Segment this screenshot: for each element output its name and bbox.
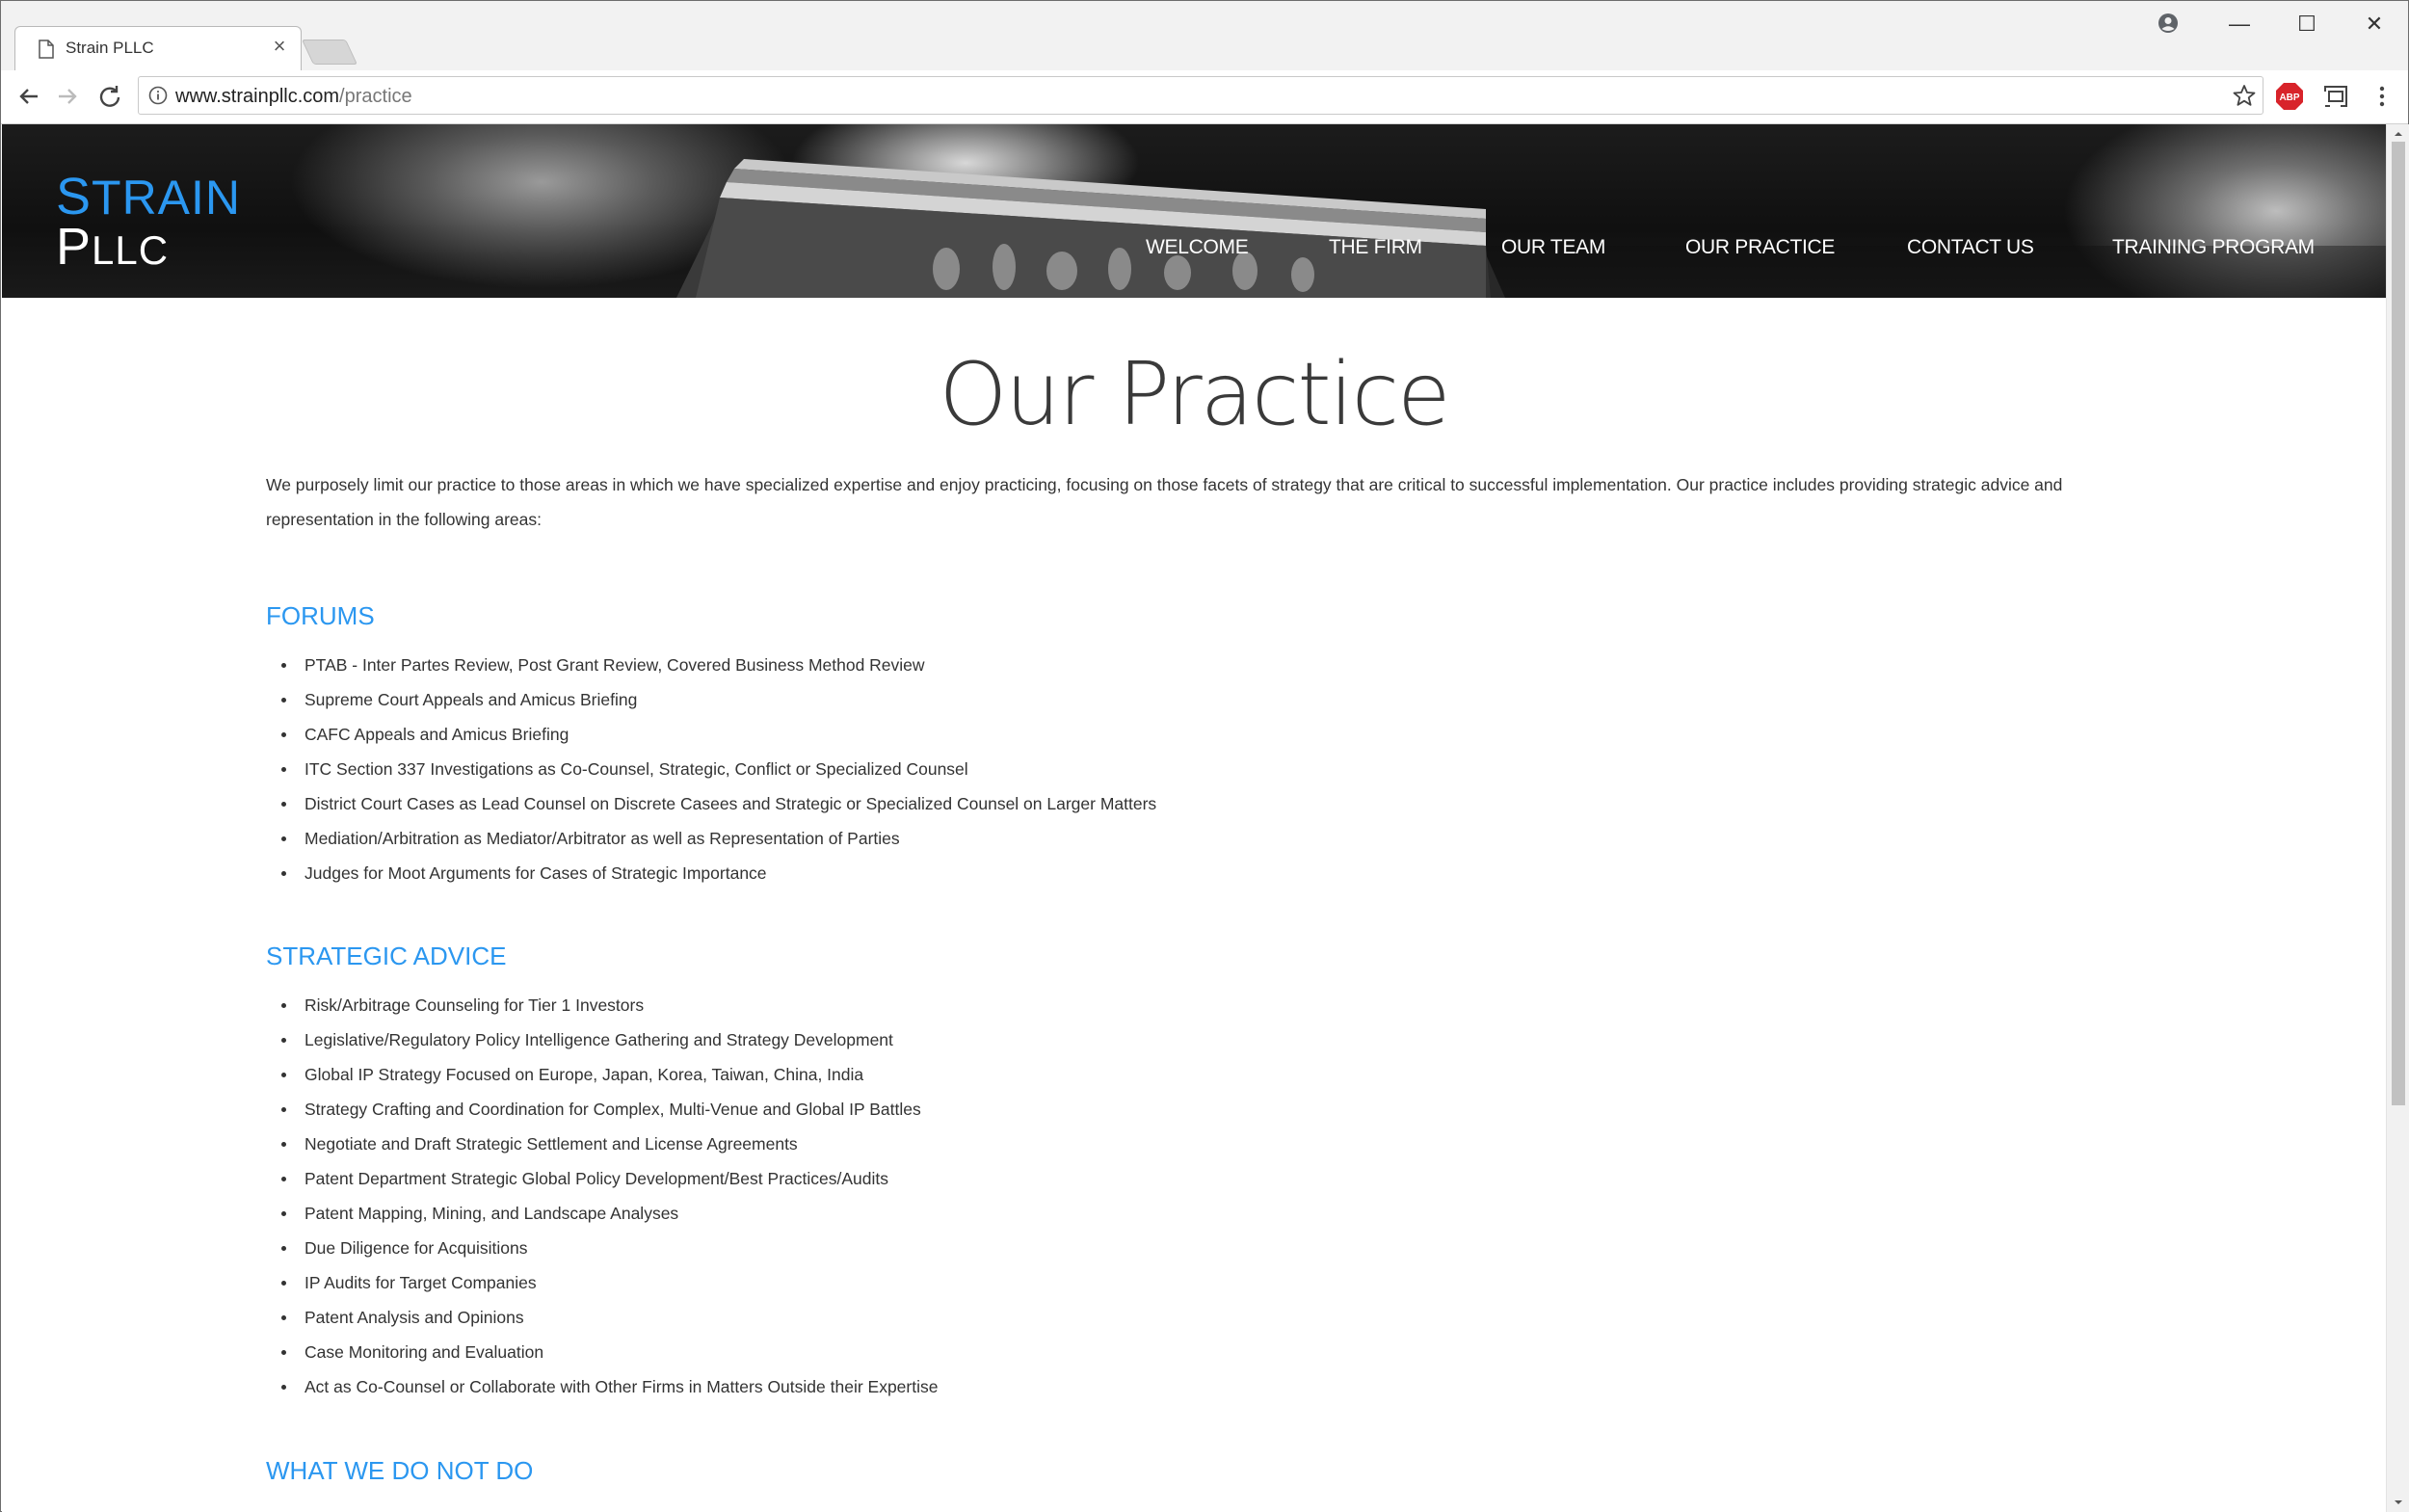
page-icon bbox=[39, 40, 54, 59]
nav-contact-us[interactable]: CONTACT US bbox=[1907, 236, 2034, 259]
list-item: Due Diligence for Acquisitions bbox=[266, 1231, 938, 1265]
list-item: Judges for Moot Arguments for Cases of S… bbox=[266, 856, 1156, 890]
url-path: /practice bbox=[339, 86, 412, 107]
url-text[interactable]: www.strainpllc.com/practice bbox=[175, 86, 412, 108]
close-window-button[interactable]: ✕ bbox=[2352, 7, 2396, 41]
list-item: Patent Analysis and Opinions bbox=[266, 1300, 938, 1335]
list-item: PTAB - Inter Partes Review, Post Grant R… bbox=[266, 648, 1156, 682]
site-logo[interactable]: STRAIN PLLC bbox=[56, 171, 241, 273]
section-heading-forums: FORUMS bbox=[266, 601, 375, 630]
new-tab-button[interactable] bbox=[301, 40, 358, 65]
url-host: www.strainpllc.com bbox=[175, 86, 340, 107]
maximize-button[interactable]: ☐ bbox=[2285, 7, 2329, 41]
minimize-button[interactable]: — bbox=[2217, 7, 2262, 41]
strategic-advice-list: Risk/Arbitrage Counseling for Tier 1 Inv… bbox=[266, 988, 938, 1404]
logo-line-pllc: PLLC bbox=[56, 218, 170, 276]
section-heading-what-we-do-not-do: WHAT WE DO NOT DO bbox=[266, 1456, 534, 1485]
list-item: ITC Section 337 Investigations as Co-Cou… bbox=[266, 752, 1156, 786]
browser-tab[interactable]: Strain PLLC × bbox=[14, 26, 302, 70]
list-item: Mediation/Arbitration as Mediator/Arbitr… bbox=[266, 821, 1156, 856]
tab-close-icon[interactable]: × bbox=[268, 35, 291, 58]
list-item: Patent Department Strategic Global Polic… bbox=[266, 1161, 938, 1196]
nav-our-team[interactable]: OUR TEAM bbox=[1501, 236, 1605, 259]
browser-titlebar: Strain PLLC × — ☐ ✕ bbox=[1, 1, 2408, 70]
list-item: Supreme Court Appeals and Amicus Briefin… bbox=[266, 682, 1156, 717]
header-banner: STRAIN PLLC WELCOME THE FIRM OUR TEAM OU… bbox=[2, 124, 2386, 298]
nav-training-program[interactable]: TRAINING PROGRAM bbox=[2112, 236, 2315, 259]
scrollbar-thumb[interactable] bbox=[2392, 142, 2405, 1105]
scroll-down-icon[interactable] bbox=[2393, 1497, 2404, 1508]
browser-menu-icon[interactable] bbox=[2368, 82, 2396, 111]
section-heading-strategic-advice: STRATEGIC ADVICE bbox=[266, 942, 507, 970]
building-image bbox=[676, 159, 2386, 298]
list-item: Legislative/Regulatory Policy Intelligen… bbox=[266, 1022, 938, 1057]
browser-toolbar: www.strainpllc.com/practice ABP bbox=[1, 70, 2408, 124]
back-icon[interactable] bbox=[13, 80, 45, 113]
bookmark-star-icon[interactable] bbox=[2232, 83, 2257, 108]
list-item: Risk/Arbitrage Counseling for Tier 1 Inv… bbox=[266, 988, 938, 1022]
vertical-scrollbar[interactable] bbox=[2386, 124, 2409, 1512]
list-item: Negotiate and Draft Strategic Settlement… bbox=[266, 1127, 938, 1161]
nav-welcome[interactable]: WELCOME bbox=[1146, 236, 1249, 259]
info-icon[interactable] bbox=[148, 86, 168, 105]
list-item: Act as Co-Counsel or Collaborate with Ot… bbox=[266, 1369, 938, 1404]
list-item: CAFC Appeals and Amicus Briefing bbox=[266, 717, 1156, 752]
intro-paragraph: We purposely limit our practice to those… bbox=[266, 475, 2063, 529]
list-item: Global IP Strategy Focused on Europe, Ja… bbox=[266, 1057, 938, 1092]
list-item: IP Audits for Target Companies bbox=[266, 1265, 938, 1300]
nav-the-firm[interactable]: THE FIRM bbox=[1329, 236, 1422, 259]
forums-list: PTAB - Inter Partes Review, Post Grant R… bbox=[266, 648, 1156, 890]
forward-icon[interactable] bbox=[51, 80, 84, 113]
reload-icon[interactable] bbox=[93, 80, 126, 113]
list-item: Strategy Crafting and Coordination for C… bbox=[266, 1092, 938, 1127]
logo-line-strain: STRAIN bbox=[56, 168, 242, 225]
list-item: Case Monitoring and Evaluation bbox=[266, 1335, 938, 1369]
abp-label: ABP bbox=[2279, 93, 2299, 103]
nav-our-practice[interactable]: OUR PRACTICE bbox=[1685, 236, 1835, 259]
adblock-plus-icon[interactable]: ABP bbox=[2275, 82, 2304, 111]
list-item: District Court Cases as Lead Counsel on … bbox=[266, 786, 1156, 821]
profile-icon[interactable] bbox=[2158, 13, 2179, 34]
page-title: Our Practice bbox=[939, 344, 1451, 445]
cast-icon[interactable] bbox=[2321, 82, 2350, 111]
page-viewport: STRAIN PLLC WELCOME THE FIRM OUR TEAM OU… bbox=[2, 124, 2386, 1512]
tab-title: Strain PLLC bbox=[66, 39, 154, 57]
browser-window: Strain PLLC × — ☐ ✕ www.strainpllc.com/p… bbox=[0, 0, 2409, 1512]
address-bar[interactable]: www.strainpllc.com/practice bbox=[138, 76, 2263, 115]
list-item: Patent Mapping, Mining, and Landscape An… bbox=[266, 1196, 938, 1231]
scroll-up-icon[interactable] bbox=[2393, 128, 2404, 140]
